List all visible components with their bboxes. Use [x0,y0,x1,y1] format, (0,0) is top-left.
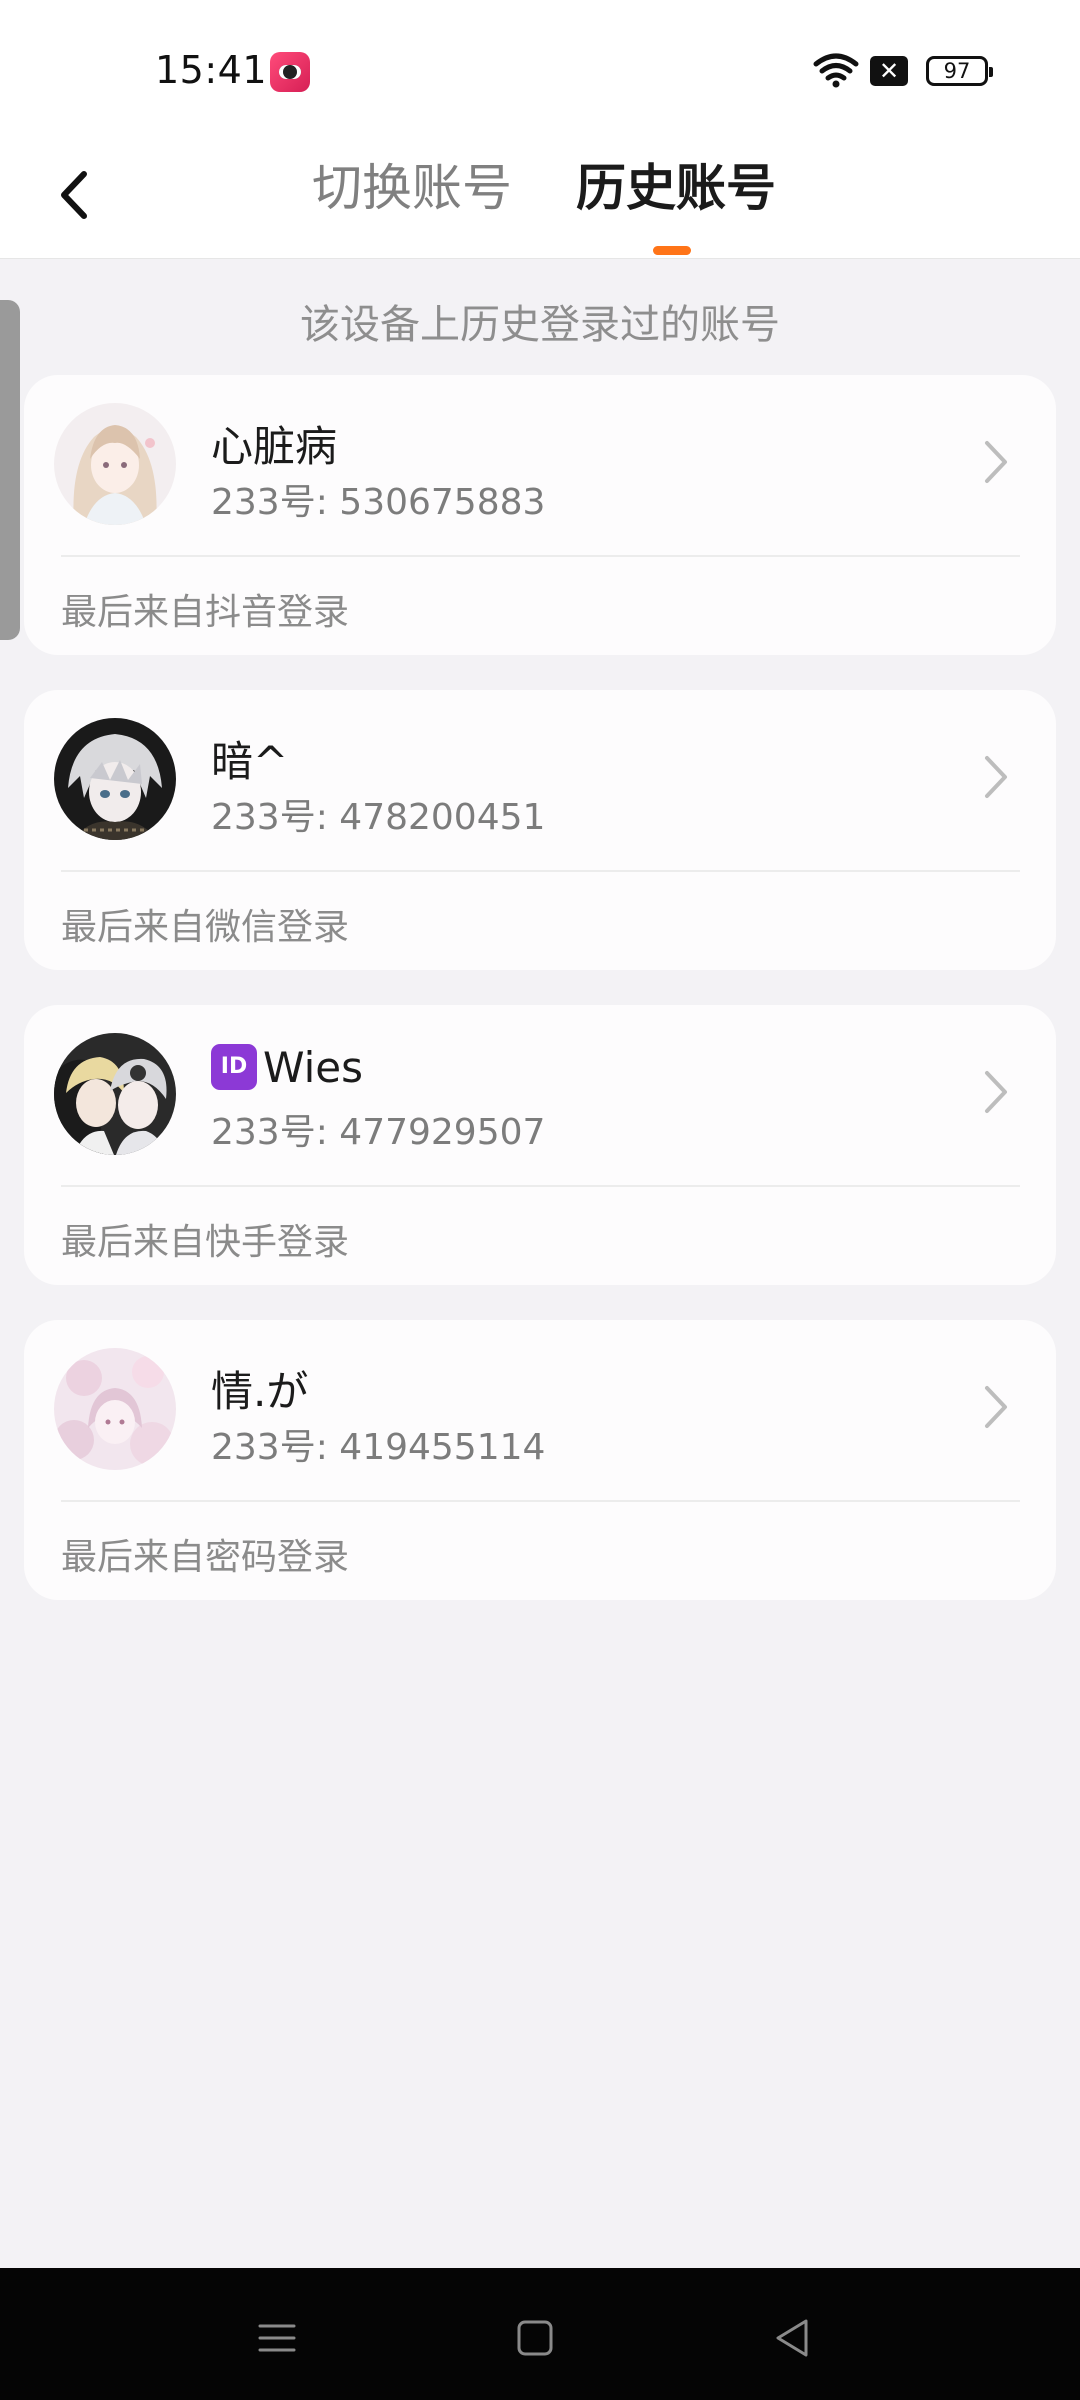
divider [61,1185,1020,1187]
avatar [54,1348,176,1470]
account-list: 心脏病 233号: 530675883 最后来自抖音登录 暗^ 233号: 47… [24,375,1056,1635]
tab-history-account[interactable]: 历史账号 [576,158,776,218]
menu-icon[interactable] [252,2313,302,2363]
login-source: 最后来自快手登录 [61,1222,350,1263]
chevron-left-icon [61,171,87,219]
account-name: ID Wies [211,1043,363,1094]
avatar [54,718,176,840]
chevron-right-icon [985,1071,1007,1113]
account-name: 心脏病 [211,422,338,471]
account-name: 暗^ [211,737,289,786]
divider [61,1500,1020,1502]
account-id: 233号: 477929507 [211,1112,546,1153]
chevron-right-icon [985,1386,1007,1428]
login-source: 最后来自微信登录 [61,907,350,948]
account-card[interactable]: 情.が 233号: 419455114 最后来自密码登录 [24,1320,1056,1600]
active-tab-indicator [653,246,691,255]
account-card[interactable]: 暗^ 233号: 478200451 最后来自微信登录 [24,690,1056,970]
app-notification-icon [270,52,310,92]
status-bar: 15:41 ✕ 97 [0,0,1080,140]
screen: 15:41 ✕ 97 切换账号 历史账号 该设备上历史登录过的账号 心脏病 23… [0,0,1080,2400]
sim-blocked-icon: ✕ [870,56,908,86]
login-source: 最后来自密码登录 [61,1537,350,1578]
battery-icon: 97 [926,56,993,86]
side-edge-handle[interactable] [0,300,20,640]
list-subtitle: 该设备上历史登录过的账号 [300,302,780,348]
account-card[interactable]: ID Wies 233号: 477929507 最后来自快手登录 [24,1005,1056,1285]
account-id: 233号: 478200451 [211,797,546,838]
account-card[interactable]: 心脏病 233号: 530675883 最后来自抖音登录 [24,375,1056,655]
chevron-right-icon [985,441,1007,483]
back-icon[interactable] [768,2313,818,2363]
tab-switch-account[interactable]: 切换账号 [312,158,512,218]
login-source: 最后来自抖音登录 [61,592,350,633]
account-id: 233号: 419455114 [211,1427,546,1468]
wifi-icon [813,53,859,88]
account-name-text: Wies [263,1043,363,1092]
divider [61,555,1020,557]
divider [61,870,1020,872]
avatar [54,1033,176,1155]
account-id: 233号: 530675883 [211,482,546,523]
status-time: 15:41 [155,48,268,92]
navigation-bar [0,2268,1080,2400]
account-name: 情.が [211,1367,309,1416]
header: 切换账号 历史账号 [0,140,1080,259]
back-button[interactable] [38,160,108,230]
chevron-right-icon [985,756,1007,798]
home-icon[interactable] [510,2313,560,2363]
id-emoji-icon: ID [211,1043,257,1090]
avatar [54,403,176,525]
